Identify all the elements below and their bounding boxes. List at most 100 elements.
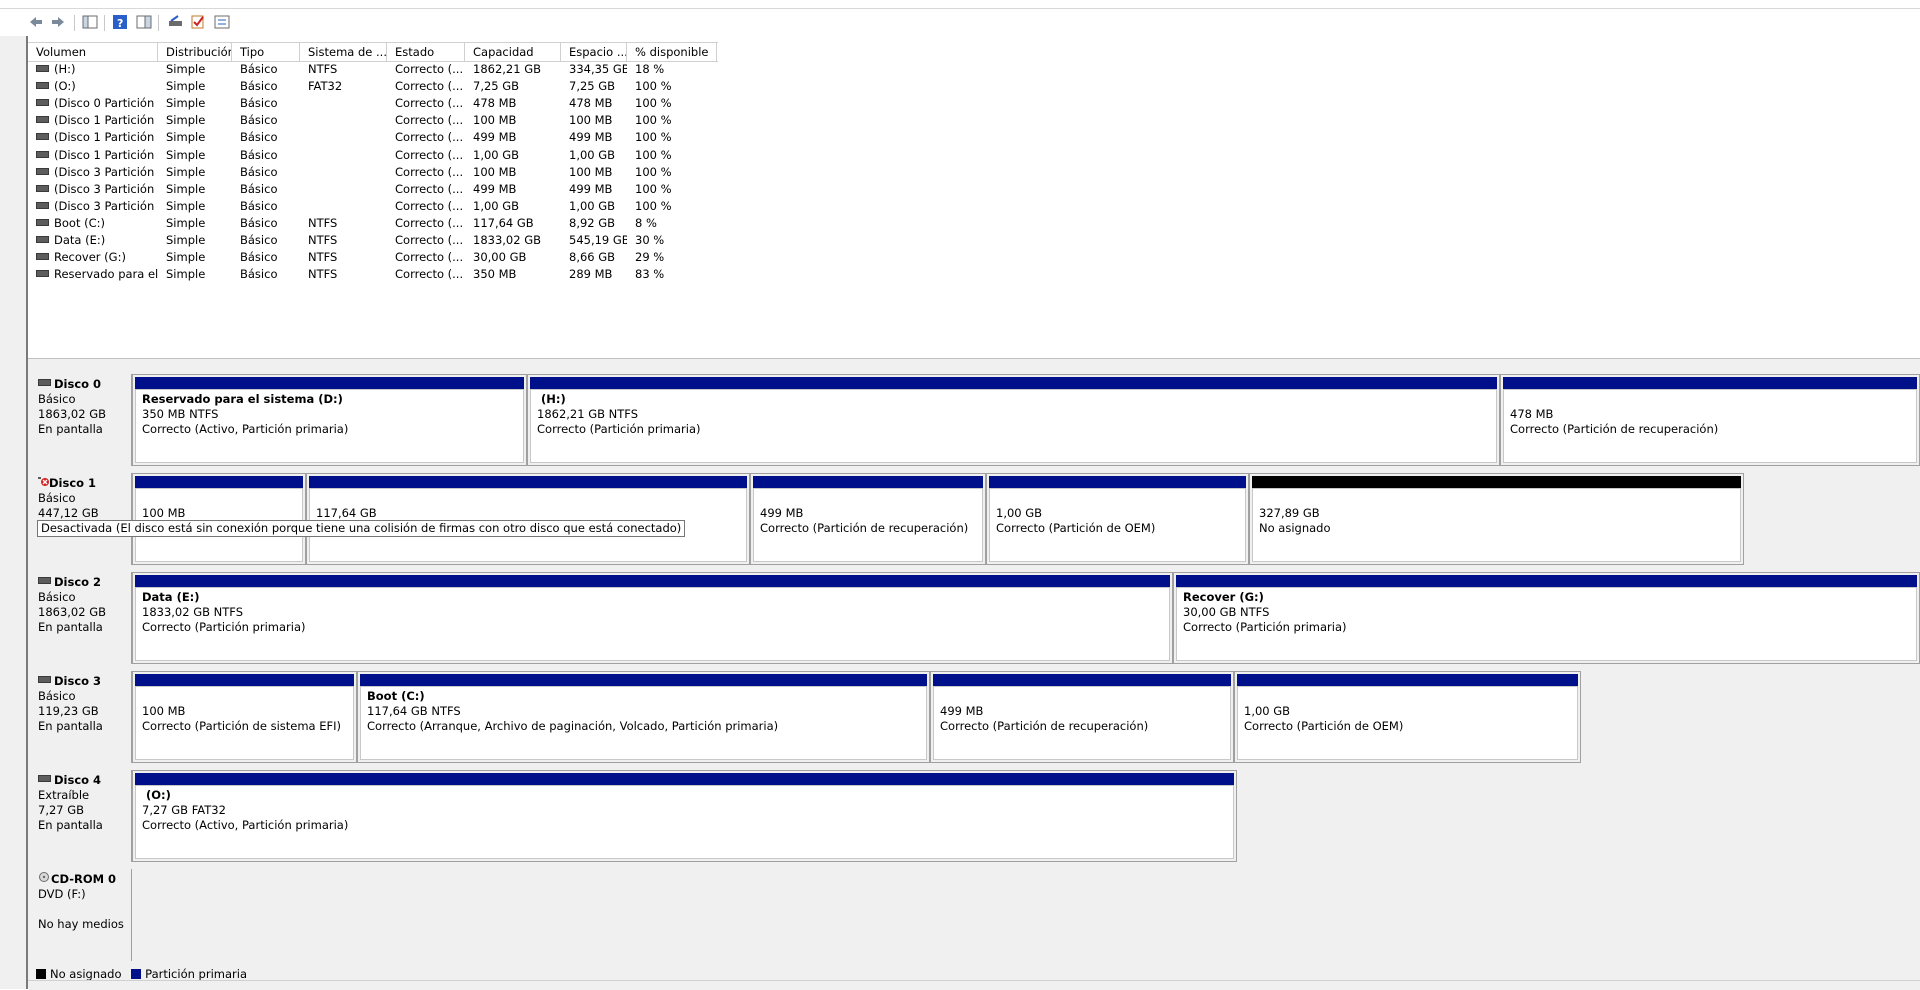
console-tree-icon[interactable] bbox=[80, 12, 100, 32]
column-header-filesystem[interactable]: Sistema de ... bbox=[300, 43, 387, 61]
partition[interactable]: 100 MB Correcto (Partición de sistema EF… bbox=[132, 671, 357, 763]
help-icon[interactable]: ? bbox=[110, 12, 130, 32]
table-cell-pct: 18 % bbox=[635, 62, 665, 76]
table-cell-capacity: 7,25 GB bbox=[473, 79, 520, 94]
partition-status: Correcto (Partición primaria) bbox=[1183, 620, 1347, 634]
table-cell-pct: 100 % bbox=[635, 96, 672, 111]
column-header-percent-free[interactable]: % disponible bbox=[627, 43, 717, 61]
table-cell-status: Correcto (... bbox=[395, 147, 464, 162]
partition-body: 100 MB Correcto (Partición de sistema EF… bbox=[135, 686, 354, 760]
volume-icon bbox=[36, 99, 49, 107]
table-row[interactable]: (Disco 1 Partición 4) Simple Básico Correct… bbox=[28, 129, 728, 146]
column-header-status[interactable]: Estado bbox=[387, 43, 465, 61]
disk-label[interactable]: Disco 3 Básico 119,23 GB En pantalla bbox=[28, 671, 132, 763]
column-header-layout[interactable]: Distribución bbox=[158, 43, 232, 61]
disk-label[interactable]: CD-ROM 0 DVD (F:) No hay medios bbox=[28, 869, 132, 961]
disk-row-0: Disco 0 Básico 1863,02 GB En pantalla Re… bbox=[28, 374, 1920, 466]
disk-row-3: Disco 3 Básico 119,23 GB En pantalla 100… bbox=[28, 671, 1920, 763]
table-cell-fs bbox=[300, 198, 387, 215]
disk-label[interactable]: Disco 2 Básico 1863,02 GB En pantalla bbox=[28, 572, 132, 664]
column-header-type[interactable]: Tipo bbox=[232, 43, 300, 61]
table-cell-fs bbox=[300, 95, 387, 112]
partition[interactable]: (O:) 7,27 GB FAT32 Correcto (Activo, Par… bbox=[132, 770, 1237, 862]
table-cell-type: Básico bbox=[240, 233, 278, 247]
disk-row-1: Disco 1 Básico 447,12 GB 100 MB 117,64 G… bbox=[28, 473, 1920, 565]
forward-icon[interactable] bbox=[48, 12, 68, 32]
table-cell-volume: (Disco 3 Partición 4) bbox=[28, 181, 158, 198]
column-header-free-space[interactable]: Espacio ... bbox=[561, 43, 627, 61]
partition-size: 30,00 GB NTFS bbox=[1183, 605, 1270, 619]
check-icon[interactable] bbox=[188, 12, 208, 32]
table-cell-status: Correcto (... bbox=[395, 250, 464, 265]
action-pane-icon[interactable] bbox=[134, 12, 154, 32]
disk-label[interactable]: Disco 0 Básico 1863,02 GB En pantalla bbox=[28, 374, 132, 466]
table-cell-volume: (Disco 1 Partición 1) bbox=[28, 112, 158, 129]
connect-disk-icon[interactable] bbox=[166, 12, 186, 32]
partition[interactable]: (H:) 1862,21 GB NTFS Correcto (Partición… bbox=[527, 374, 1500, 466]
partition[interactable]: Boot (C:) 117,64 GB NTFS Correcto (Arran… bbox=[357, 671, 930, 763]
disk-label[interactable]: Disco 1 Básico 447,12 GB bbox=[28, 473, 132, 565]
table-row[interactable]: Reservado para el ... Simple Básico NTFS Cor… bbox=[28, 266, 728, 283]
table-row[interactable]: (Disco 3 Partición 5) Simple Básico Correct… bbox=[28, 198, 728, 215]
table-cell-layout: Simple bbox=[166, 79, 206, 94]
legend: No asignado Partición primaria bbox=[28, 968, 1920, 980]
properties-icon[interactable] bbox=[212, 12, 232, 32]
partition-bar bbox=[360, 674, 927, 686]
disk-size: 1863,02 GB bbox=[38, 605, 107, 619]
partition[interactable]: 499 MB Correcto (Partición de recuperaci… bbox=[930, 671, 1234, 763]
table-row[interactable]: (Disco 3 Partición 4) Simple Básico Correct… bbox=[28, 181, 728, 198]
partition[interactable]: 1,00 GB Correcto (Partición de OEM) bbox=[1234, 671, 1581, 763]
disk-size: 1863,02 GB bbox=[38, 407, 107, 421]
partition-body: Reservado para el sistema (D:) 350 MB NT… bbox=[135, 389, 524, 463]
table-row[interactable]: Data (E:) Simple Básico NTFS Correcto (... 18… bbox=[28, 232, 728, 249]
table-cell-free: 289 MB bbox=[569, 267, 613, 282]
partition-status: Correcto (Partición primaria) bbox=[537, 422, 701, 436]
table-row[interactable]: (Disco 0 Partición 3) Simple Básico Correct… bbox=[28, 95, 728, 112]
table-row[interactable]: (Disco 3 Partición 1) Simple Básico Correct… bbox=[28, 164, 728, 181]
table-cell-status: Correcto (... bbox=[395, 113, 464, 128]
partition-body: 327,89 GB No asignado bbox=[1252, 488, 1741, 562]
table-row[interactable]: (O:) Simple Básico FAT32 Correcto (... 7,25 G… bbox=[28, 78, 728, 95]
toolbar-separator bbox=[74, 15, 75, 31]
partition[interactable]: 117,64 GB bbox=[306, 473, 750, 565]
partition-status: Correcto (Partición de OEM) bbox=[1244, 719, 1404, 733]
volume-icon bbox=[36, 253, 49, 261]
table-cell-status: Correcto (... bbox=[395, 181, 464, 196]
column-header-volume[interactable]: Volumen bbox=[28, 43, 158, 61]
partition-size: 499 MB bbox=[760, 506, 804, 520]
table-cell-fs bbox=[300, 147, 387, 164]
column-header-capacity[interactable]: Capacidad bbox=[465, 43, 561, 61]
partition[interactable]: Data (E:) 1833,02 GB NTFS Correcto (Part… bbox=[132, 572, 1173, 664]
back-icon[interactable] bbox=[26, 12, 46, 32]
disk-label[interactable]: Disco 4 Extraíble 7,27 GB En pantalla bbox=[28, 770, 132, 862]
partition-body: 499 MB Correcto (Partición de recuperaci… bbox=[753, 488, 983, 562]
table-row[interactable]: Boot (C:) Simple Básico NTFS Correcto (... 11… bbox=[28, 215, 728, 232]
partition[interactable]: Reservado para el sistema (D:) 350 MB NT… bbox=[132, 374, 527, 466]
partition[interactable]: 478 MB Correcto (Partición de recuperaci… bbox=[1500, 374, 1920, 466]
partition[interactable]: 1,00 GB Correcto (Partición de OEM) bbox=[986, 473, 1249, 565]
partition[interactable]: 499 MB Correcto (Partición de recuperaci… bbox=[750, 473, 986, 565]
pane-splitter[interactable] bbox=[28, 358, 1920, 365]
partition[interactable]: 100 MB bbox=[132, 473, 306, 565]
window-top-edge bbox=[0, 0, 1920, 9]
table-cell-fs bbox=[300, 112, 387, 129]
partition-bar bbox=[1503, 377, 1917, 389]
table-cell-type: Básico bbox=[240, 79, 278, 94]
table-cell-capacity: 350 MB bbox=[473, 267, 517, 282]
partition[interactable]: Recover (G:) 30,00 GB NTFS Correcto (Par… bbox=[1173, 572, 1920, 664]
partition-size: 100 MB bbox=[142, 506, 186, 520]
table-cell-free: 8,92 GB bbox=[569, 215, 616, 230]
partition-status: Correcto (Partición de OEM) bbox=[996, 521, 1156, 535]
disk-title: CD-ROM 0 bbox=[38, 872, 131, 887]
unallocated-space[interactable]: 327,89 GB No asignado bbox=[1249, 473, 1744, 565]
table-cell-capacity: 100 MB bbox=[473, 164, 517, 179]
table-row[interactable]: Recover (G:) Simple Básico NTFS Correcto (..… bbox=[28, 249, 728, 266]
table-cell-type: Básico bbox=[240, 62, 278, 76]
table-row[interactable]: (Disco 1 Partición 1) Simple Básico Correct… bbox=[28, 112, 728, 129]
disk-icon bbox=[38, 676, 51, 683]
volume-icon bbox=[36, 116, 49, 124]
table-row[interactable]: (H:) Simple Básico NTFS Correcto (... 1862,21… bbox=[28, 61, 728, 78]
table-row[interactable]: (Disco 1 Partición 5) Simple Básico Correct… bbox=[28, 147, 728, 164]
table-cell-free: 100 MB bbox=[569, 164, 613, 179]
partition-status: No asignado bbox=[1259, 521, 1331, 535]
